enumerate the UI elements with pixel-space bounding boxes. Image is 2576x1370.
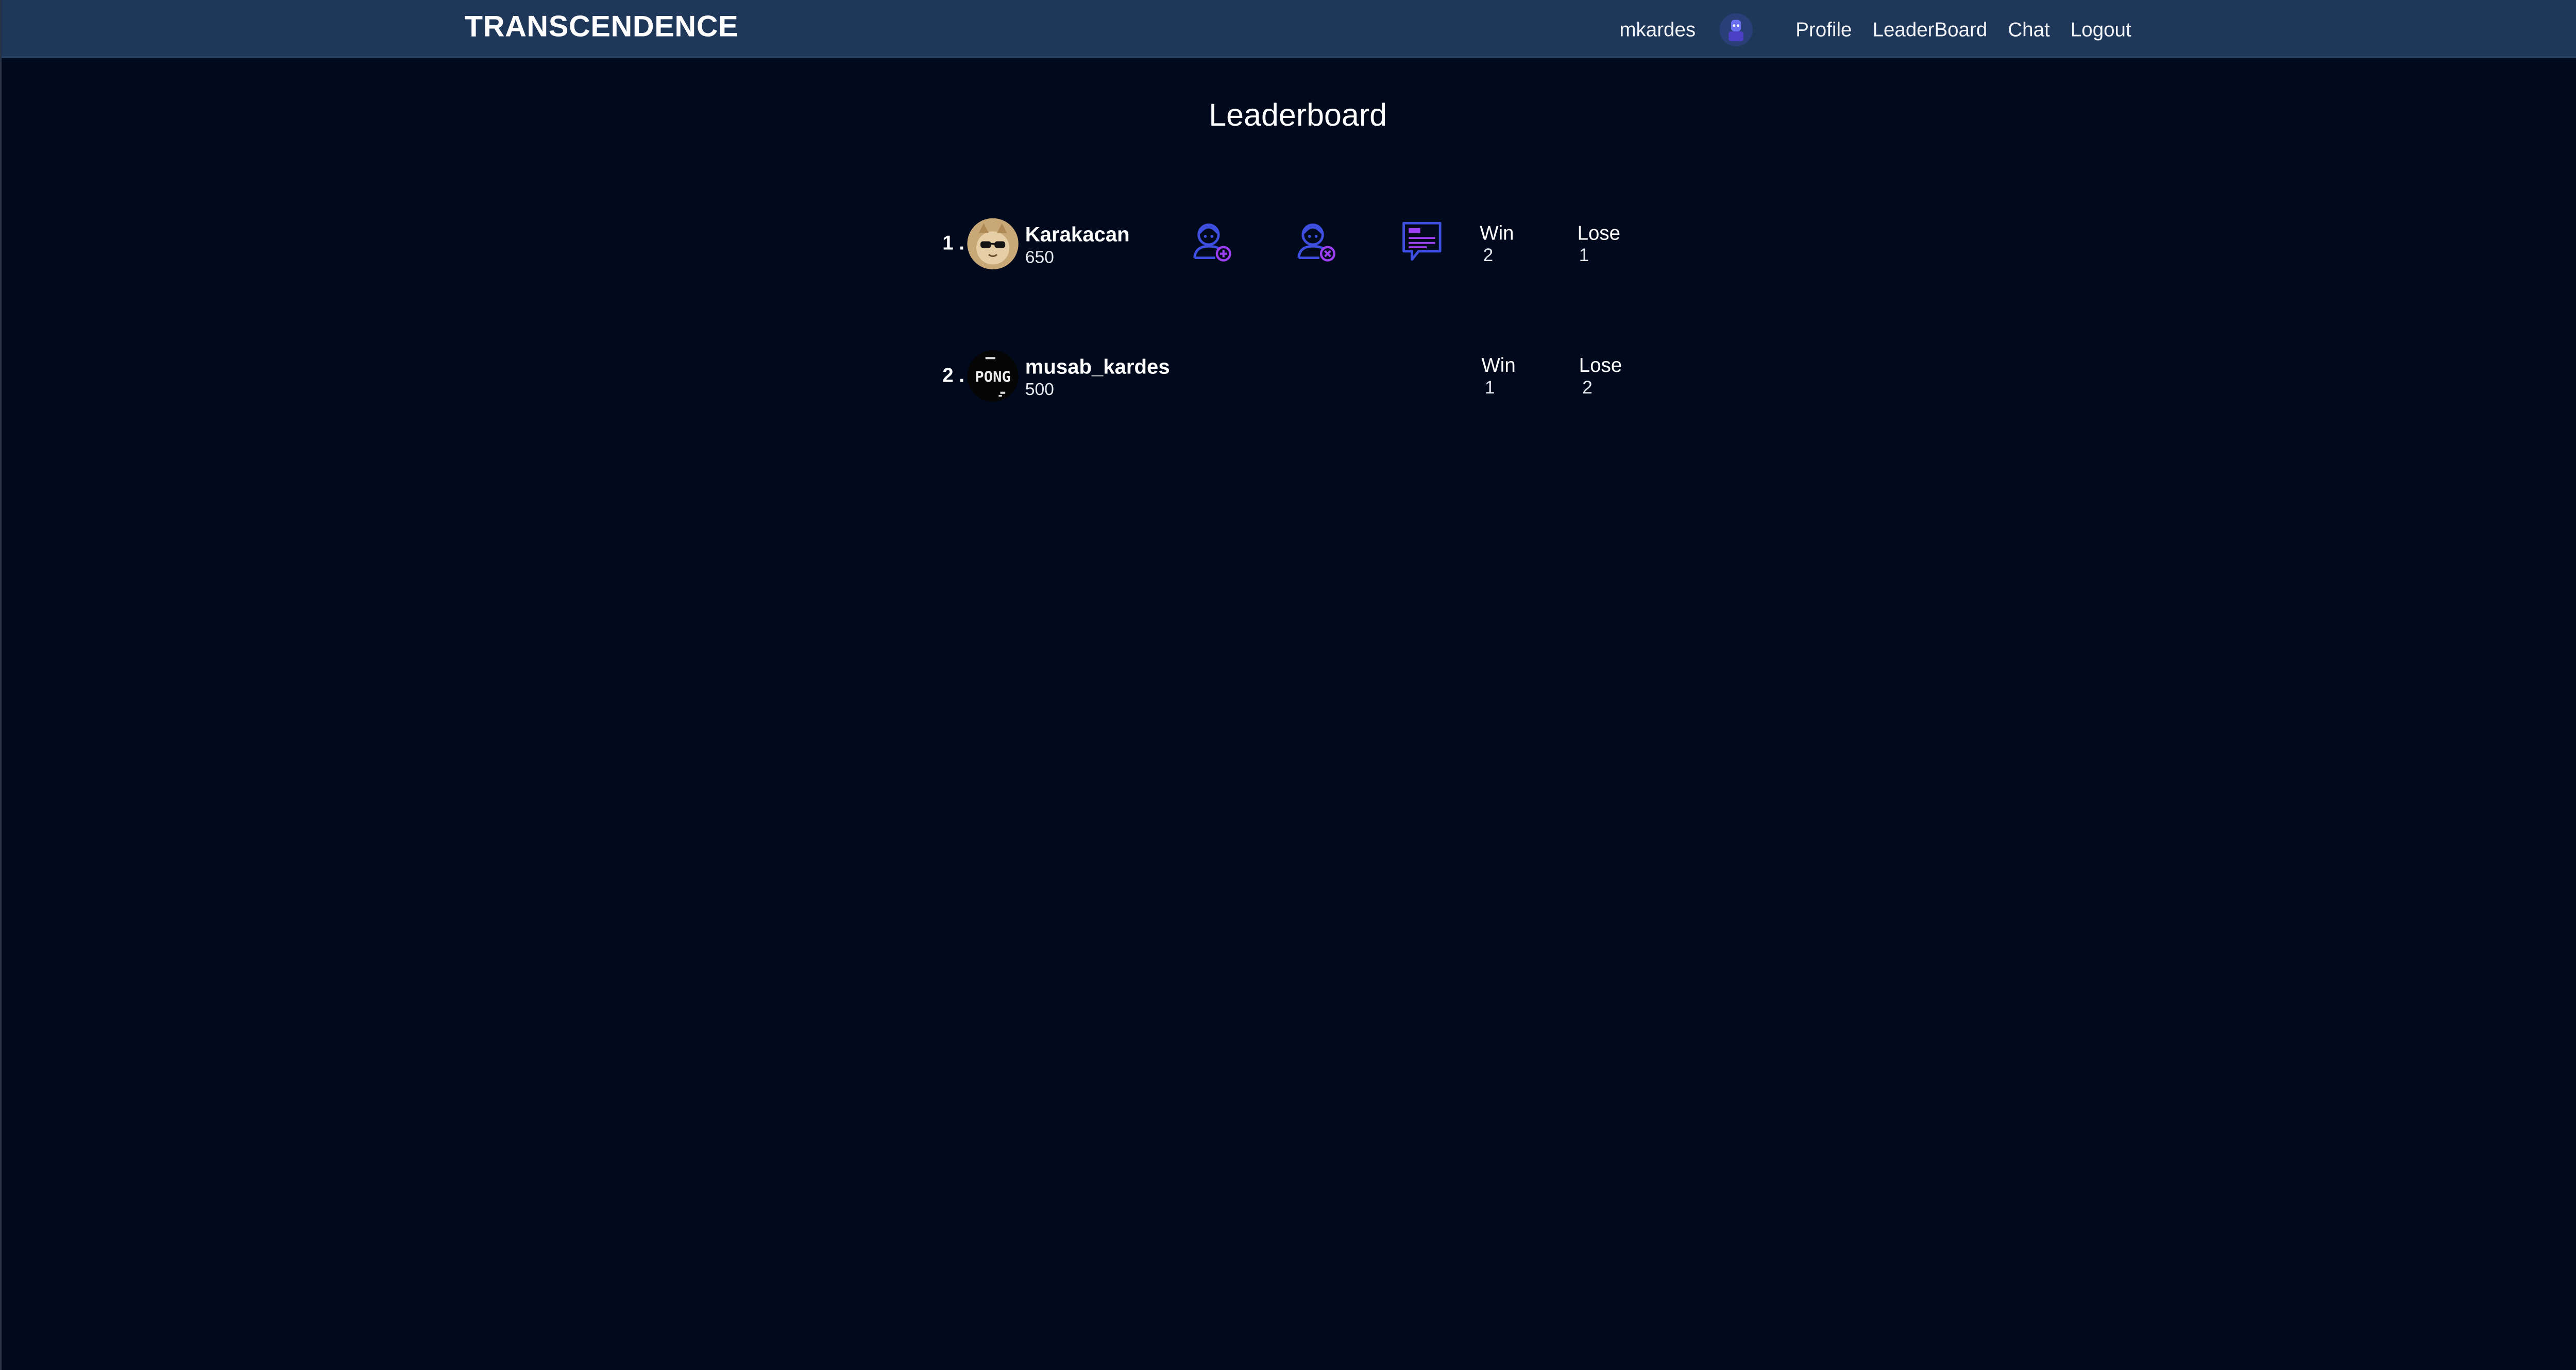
lose-count: 1 [1579,246,1589,266]
add-friend-icon [1193,224,1231,262]
message-icon [1402,221,1442,261]
win-label: Win [1480,221,1514,245]
player-score: 500 [1025,380,1054,400]
page-title: Leaderboard [1209,99,1387,134]
pong-avatar-text: PONG [975,368,1011,385]
win-count: 1 [1484,378,1495,399]
player-name[interactable]: Karakacan [1025,223,1130,246]
pong-avatar-icon: PONG [967,350,1019,402]
nav-link-leaderboard[interactable]: LeaderBoard [1873,18,1988,41]
player-avatar[interactable] [967,218,1019,270]
player-name[interactable]: musab_kardes [1025,355,1170,379]
lose-count: 2 [1582,378,1592,399]
lose-label: Lose [1577,221,1621,245]
leaderboard-row: 2 . PONG musab_kardes 500 Win 1 Lose 2 [938,344,1649,410]
block-user-button[interactable] [1295,220,1337,263]
brand-logo[interactable]: TRANSCENDENCE [465,10,739,44]
nav-menu: mkardes Profile LeaderBoard Chat Logout [1619,0,2131,58]
win-label: Win [1481,353,1516,377]
user-avatar-icon [1727,19,1743,41]
add-friend-button[interactable] [1191,220,1233,263]
win-count: 2 [1483,246,1494,266]
nav-link-profile[interactable]: Profile [1795,18,1852,41]
rank-number: 2 . [942,364,965,387]
rank-number: 1 . [942,231,965,255]
nav-username: mkardes [1619,17,1696,41]
send-message-button[interactable] [1400,220,1443,263]
player-avatar[interactable]: PONG [967,350,1019,402]
app-root: TRANSCENDENCE mkardes Profile LeaderBoar… [0,0,2576,1370]
cat-with-sunglasses-avatar-icon [967,218,1019,270]
nav-link-chat[interactable]: Chat [2008,18,2049,41]
top-navbar: TRANSCENDENCE mkardes Profile LeaderBoar… [2,0,2576,58]
nav-avatar[interactable] [1719,12,1752,46]
block-user-icon [1297,224,1336,262]
player-score: 650 [1025,248,1054,268]
nav-link-logout[interactable]: Logout [2071,18,2131,41]
lose-label: Lose [1579,353,1622,377]
leaderboard-row: 1 . Karakacan 650 Win 2 Lose 1 [938,212,1649,278]
